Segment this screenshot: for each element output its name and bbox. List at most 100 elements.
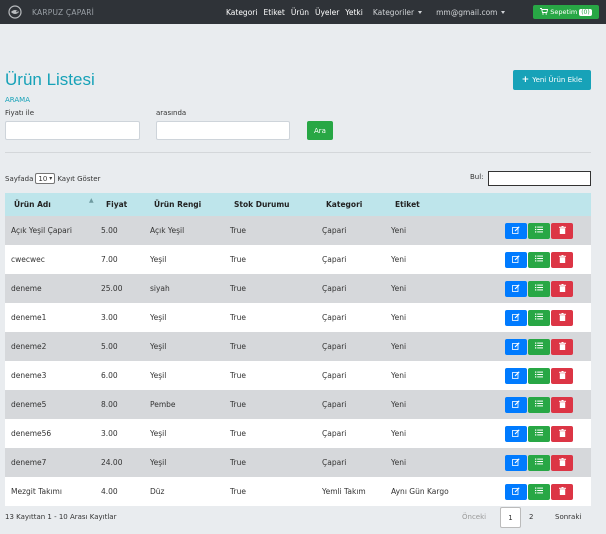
page-size-select[interactable]: 10 ▾: [35, 173, 56, 184]
cell-etiket: Yeni: [391, 255, 407, 264]
delete-button[interactable]: [551, 251, 573, 268]
cell-urun-adi: deneme7: [11, 458, 47, 467]
edit-button[interactable]: [505, 280, 527, 297]
edit-icon: [512, 254, 520, 265]
edit-icon: [512, 399, 520, 410]
sort-asc-icon: ▲: [89, 197, 94, 204]
cell-fiyat: 4.00: [101, 487, 118, 496]
delete-button[interactable]: [551, 222, 573, 239]
cell-stok-durumu: True: [230, 342, 246, 351]
cell-kategori: Çapari: [322, 284, 347, 293]
details-button[interactable]: [528, 425, 550, 442]
delete-button[interactable]: [551, 425, 573, 442]
details-button[interactable]: [528, 222, 550, 239]
delete-button[interactable]: [551, 396, 573, 413]
cell-urun-rengi: Yeşil: [150, 313, 167, 322]
nav-link-urun[interactable]: Ürün: [291, 8, 309, 17]
list-icon: [535, 284, 543, 293]
trash-icon: [558, 254, 566, 265]
categories-dropdown[interactable]: Kategoriler: [372, 7, 423, 17]
nav-link-etiket[interactable]: Etiket: [263, 8, 284, 17]
pagination-page-1[interactable]: 1: [500, 507, 521, 528]
cell-urun-rengi: Düz: [150, 487, 165, 496]
cell-fiyat: 5.00: [101, 342, 118, 351]
edit-icon: [512, 457, 520, 468]
edit-icon: [512, 341, 520, 352]
details-button[interactable]: [528, 396, 550, 413]
categories-dropdown-label: Kategoriler: [372, 7, 415, 17]
delete-button[interactable]: [551, 338, 573, 355]
delete-button[interactable]: [551, 454, 573, 471]
edit-button[interactable]: [505, 483, 527, 500]
cell-urun-adi: cwecwec: [11, 255, 45, 264]
nav-link-kategori[interactable]: Kategori: [226, 8, 257, 17]
details-button[interactable]: [528, 280, 550, 297]
table-row: deneme7 24.00 Yeşil True Çapari Yeni: [5, 448, 591, 477]
edit-button[interactable]: [505, 425, 527, 442]
page-size-control: Sayfada 10 ▾ Kayıt Göster: [5, 173, 100, 184]
table-row: cwecwec 7.00 Yeşil True Çapari Yeni: [5, 245, 591, 274]
list-icon: [535, 371, 543, 380]
col-header-stok-durumu[interactable]: Stok Durumu: [234, 200, 290, 209]
pagination-page-2[interactable]: 2: [529, 513, 533, 521]
details-button[interactable]: [528, 483, 550, 500]
col-header-fiyat[interactable]: Fiyat: [106, 200, 127, 209]
cell-urun-adi: deneme3: [11, 371, 47, 380]
cell-kategori: Çapari: [322, 342, 347, 351]
cart-button[interactable]: Sepetim (0): [533, 5, 599, 19]
trash-icon: [558, 457, 566, 468]
cell-etiket: Yeni: [391, 226, 407, 235]
cell-etiket: Yeni: [391, 371, 407, 380]
delete-button[interactable]: [551, 367, 573, 384]
list-icon: [535, 342, 543, 351]
edit-button[interactable]: [505, 222, 527, 239]
row-actions: [505, 367, 573, 384]
delete-button[interactable]: [551, 280, 573, 297]
col-header-urun-adi[interactable]: Ürün Adı: [14, 200, 51, 209]
pagination-next[interactable]: Sonraki: [555, 513, 581, 521]
trash-icon: [558, 486, 566, 497]
brand[interactable]: KARPUZ ÇAPARİ: [6, 4, 94, 20]
nav-link-uyeler[interactable]: Üyeler: [315, 8, 339, 17]
brand-name: KARPUZ ÇAPARİ: [32, 7, 95, 17]
list-icon: [535, 487, 543, 496]
edit-button[interactable]: [505, 367, 527, 384]
delete-button[interactable]: [551, 483, 573, 500]
nav-link-yetki[interactable]: Yetki: [345, 8, 363, 17]
cell-kategori: Çapari: [322, 226, 347, 235]
min-price-input[interactable]: [5, 121, 140, 140]
max-price-input[interactable]: [156, 121, 290, 140]
row-actions: [505, 338, 573, 355]
cell-stok-durumu: True: [230, 226, 246, 235]
edit-button[interactable]: [505, 454, 527, 471]
col-header-urun-rengi[interactable]: Ürün Rengi: [154, 200, 201, 209]
cell-stok-durumu: True: [230, 429, 246, 438]
pagination-prev[interactable]: Önceki: [462, 513, 486, 521]
edit-button[interactable]: [505, 309, 527, 326]
show-prefix: Sayfada: [5, 174, 34, 183]
find-input[interactable]: [488, 171, 591, 186]
details-button[interactable]: [528, 251, 550, 268]
col-header-etiket[interactable]: Etiket: [395, 200, 420, 209]
table-row: deneme 25.00 siyah True Çapari Yeni: [5, 274, 591, 303]
col-header-kategori[interactable]: Kategori: [326, 200, 362, 209]
edit-button[interactable]: [505, 396, 527, 413]
cell-stok-durumu: True: [230, 255, 246, 264]
details-button[interactable]: [528, 454, 550, 471]
details-button[interactable]: [528, 367, 550, 384]
user-dropdown[interactable]: mm@gmail.com: [436, 8, 506, 17]
cell-urun-adi: deneme1: [11, 313, 47, 322]
details-button[interactable]: [528, 338, 550, 355]
find-label: Bul:: [470, 173, 484, 181]
nav-links: Kategori Etiket Ürün Üyeler Yetki Katego…: [226, 0, 511, 24]
delete-button[interactable]: [551, 309, 573, 326]
details-button[interactable]: [528, 309, 550, 326]
search-button[interactable]: Ara: [307, 121, 333, 140]
edit-button[interactable]: [505, 251, 527, 268]
table-row: deneme3 6.00 Yeşil True Çapari Yeni: [5, 361, 591, 390]
cell-kategori: Çapari: [322, 313, 347, 322]
row-actions: [505, 280, 573, 297]
edit-button[interactable]: [505, 338, 527, 355]
cell-etiket: Yeni: [391, 284, 407, 293]
add-product-button[interactable]: + Yeni Ürün Ekle: [513, 70, 591, 90]
